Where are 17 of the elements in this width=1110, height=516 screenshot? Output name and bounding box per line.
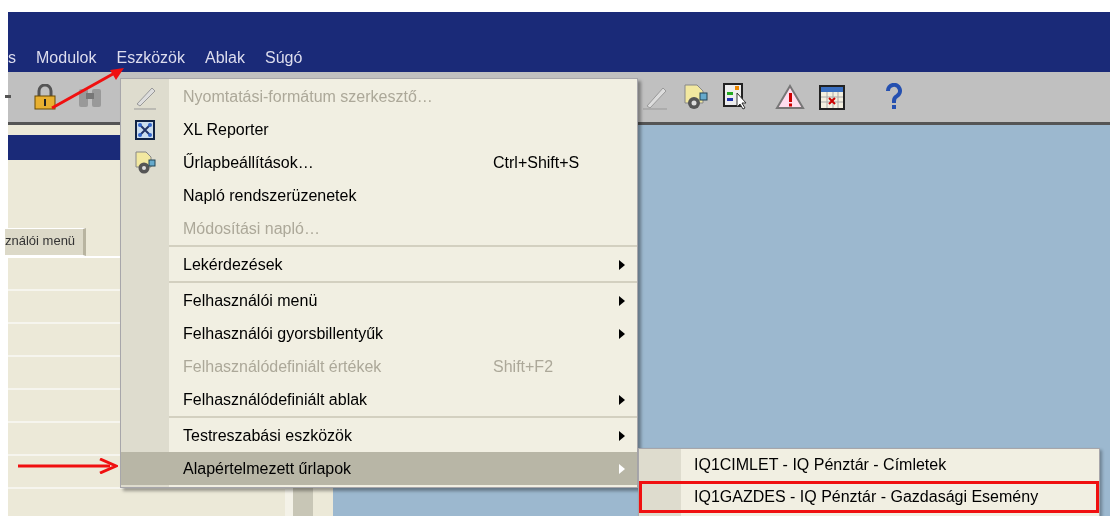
menu-item[interactable]: XL Reporter [121, 113, 637, 146]
menu-item[interactable]: Felhasználódefiniált ablak [121, 383, 637, 416]
panel-tab[interactable]: ználói menü [4, 228, 87, 256]
submenu-item[interactable]: IQ1CIMLET - IQ Pénztár - Címletek [639, 449, 1099, 481]
menu-item[interactable]: Űrlapbeállítások… Ctrl+Shift+S [121, 146, 637, 179]
menu-item[interactable]: Testreszabási eszközök [121, 419, 637, 452]
menu-item[interactable]: Napló rendszerüzenetek [121, 179, 637, 212]
menu-item[interactable]: Alapértelmezett űrlapok [121, 452, 637, 485]
menu-bar-item[interactable]: Súgó [265, 48, 303, 68]
menu-item[interactable]: Felhasználói gyorsbillentyűk [121, 317, 637, 350]
submenu-item[interactable]: IQ1GAZDES - IQ Pénztár - Gazdasági Esemény [639, 481, 1099, 513]
menu-item[interactable]: Felhasználói menü [121, 284, 637, 317]
menu-bar-item[interactable]: Modulok [36, 48, 97, 68]
menu-bar-item[interactable]: Ablak [204, 48, 245, 68]
menu-bar-item[interactable]: Eszközök [116, 48, 185, 68]
menu-item[interactable]: Lekérdezések [121, 248, 637, 281]
menu-bar-item[interactable]: s [8, 48, 16, 68]
